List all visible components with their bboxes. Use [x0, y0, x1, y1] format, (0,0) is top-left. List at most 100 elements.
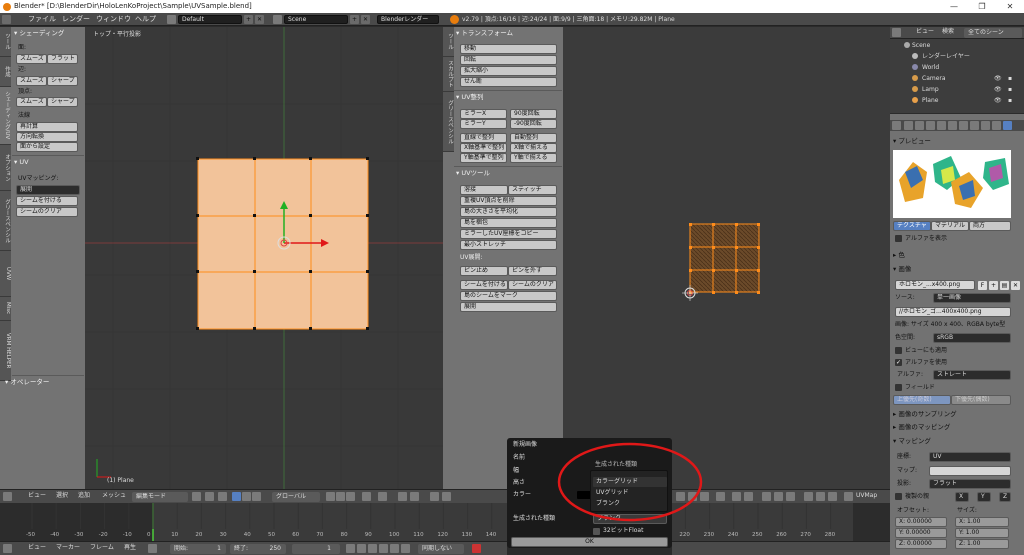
image-panel-header[interactable]: ▾ 画像: [893, 264, 911, 275]
uv-editor-viewport[interactable]: [563, 27, 890, 489]
play-reverse-icon[interactable]: [368, 544, 377, 553]
remove-doubles-button[interactable]: 重複UV頂点を削除: [460, 196, 557, 206]
visibility-eye-icon[interactable]: 👁: [994, 95, 1002, 106]
uv-tools-panel-header[interactable]: ▾ UVツール: [456, 168, 490, 179]
viewport-shading-icon[interactable]: [192, 492, 201, 501]
record-icon[interactable]: [472, 544, 481, 553]
mode-select[interactable]: 編集モード: [132, 492, 188, 502]
menu-select[interactable]: 選択: [56, 491, 68, 501]
editor-type-icon[interactable]: [3, 492, 12, 501]
layout-delete-button[interactable]: ✕: [255, 15, 264, 24]
operator-panel-header[interactable]: ▾ オペレーター: [5, 377, 49, 388]
modifiers-tab-icon[interactable]: [970, 121, 979, 130]
menu-render[interactable]: レンダー: [62, 13, 90, 26]
layout-select[interactable]: Default: [178, 15, 242, 24]
timeline-marker-menu[interactable]: マーカー: [56, 543, 80, 553]
manipulator-toggle-icon[interactable]: [218, 492, 227, 501]
layout-add-button[interactable]: +: [244, 15, 253, 24]
scene-add-button[interactable]: +: [350, 15, 359, 24]
start-frame-field[interactable]: 開始: 1: [170, 544, 226, 554]
rotate-minus-90-button[interactable]: -90度回転: [510, 119, 557, 129]
show-alpha-checkbox[interactable]: [895, 235, 902, 242]
tab-uvw[interactable]: UVW: [0, 251, 11, 297]
uv-channels-icon[interactable]: [816, 492, 825, 501]
timeline-frame-menu[interactable]: フレーム: [90, 543, 114, 553]
rotate-icon[interactable]: [242, 492, 251, 501]
sync-mode-select[interactable]: 同期しない: [418, 544, 464, 554]
snap-target-icon[interactable]: [410, 492, 419, 501]
image-unlink-button[interactable]: ✕: [1011, 281, 1020, 290]
tab-create[interactable]: 作成: [0, 57, 11, 87]
offset-y-field[interactable]: Y: 0.00000: [895, 528, 947, 538]
mirror-x-button[interactable]: ミラーX: [460, 109, 507, 119]
uv-pivot-icon[interactable]: [716, 492, 725, 501]
align-x-button[interactable]: X軸で揃える: [510, 143, 557, 153]
preview-both-tab[interactable]: 両方: [969, 221, 1011, 231]
data-tab-icon[interactable]: [981, 121, 990, 130]
size-y-field[interactable]: Y: 1.00: [955, 528, 1009, 538]
mapping-panel-header[interactable]: ▾ マッピング: [893, 436, 931, 447]
vertex-sharp-button[interactable]: シャープ: [47, 97, 78, 107]
image-source-select[interactable]: 単一画像: [933, 293, 1011, 303]
outliner-search-menu[interactable]: 検索: [942, 27, 954, 37]
editor-type-icon[interactable]: [892, 28, 901, 37]
shading-panel-header[interactable]: ▾ シェーディング: [14, 28, 64, 39]
align-y-base-button[interactable]: Y軸基準で整列: [460, 153, 507, 163]
uv-unwrap-button[interactable]: 展開: [460, 302, 557, 312]
image-filepath-field[interactable]: //ホロモン_ゴ...400x400.png: [895, 307, 1011, 317]
viewport-3d[interactable]: トップ・平行投影 (1) Plane: [85, 27, 443, 489]
fields-checkbox[interactable]: [895, 384, 902, 391]
pivot-point-icon[interactable]: [205, 492, 214, 501]
seams-from-islands-button[interactable]: 島のシームをマーク: [460, 291, 557, 301]
world-tab-icon[interactable]: [937, 121, 946, 130]
float-buffer-checkbox[interactable]: [593, 528, 600, 535]
rotate-90-button[interactable]: 90度回転: [510, 109, 557, 119]
mirror-y-button[interactable]: ミラーY: [460, 119, 507, 129]
scene-tab-icon[interactable]: [926, 121, 935, 130]
preview-texture-tab[interactable]: テクスチャ: [893, 221, 931, 231]
snap-icon[interactable]: [398, 492, 407, 501]
from-dupli-checkbox[interactable]: [895, 493, 902, 500]
tab-misc[interactable]: Misc: [0, 297, 11, 321]
image-open-button[interactable]: ▤: [1000, 281, 1009, 290]
vertex-smooth-button[interactable]: スムーズ: [16, 97, 47, 107]
outliner-view-menu[interactable]: ビュー: [916, 27, 934, 37]
upper-first-button[interactable]: 上優先(奇数): [893, 395, 951, 405]
outliner-item-plane[interactable]: Plane 👁 ▪: [900, 95, 1024, 106]
tab-tools[interactable]: ツール: [0, 27, 11, 57]
menu-window[interactable]: ウィンドウ: [96, 13, 131, 26]
minimize-button[interactable]: —: [940, 0, 968, 13]
face-select-icon[interactable]: [346, 492, 355, 501]
tab-grease-pencil[interactable]: グリースペンシル: [0, 191, 11, 251]
pack-islands-button[interactable]: 島を梱包: [460, 218, 557, 228]
texture-tab-icon[interactable]: [1003, 121, 1012, 130]
edge-select-icon[interactable]: [336, 492, 345, 501]
render-layers-tab-icon[interactable]: [915, 121, 924, 130]
map-z-select[interactable]: Z: [999, 492, 1011, 502]
image-name-field[interactable]: ホロモン_...x400.png: [895, 280, 975, 290]
uv-image-icon[interactable]: [762, 492, 771, 501]
menu-mesh[interactable]: メッシュ: [102, 491, 126, 501]
view-as-render-checkbox[interactable]: [895, 347, 902, 354]
dialog-ok-button[interactable]: OK: [511, 537, 668, 547]
face-smooth-button[interactable]: スムーズ: [16, 54, 47, 64]
align-x-base-button[interactable]: X軸基準で整列: [460, 143, 507, 153]
alpha-mode-select[interactable]: ストレート: [933, 370, 1011, 380]
edge-smooth-button[interactable]: スムーズ: [16, 76, 47, 86]
outliner-item-camera[interactable]: Camera 👁 ▪: [900, 73, 1024, 84]
minimize-stretch-button[interactable]: 最小ストレッチ: [460, 240, 557, 250]
editor-type-icon[interactable]: [892, 121, 901, 130]
preview-material-tab[interactable]: マテリアル: [931, 221, 969, 231]
mark-seam-button[interactable]: シームを付ける: [16, 196, 78, 206]
auto-align-button[interactable]: 自動整列: [510, 133, 557, 143]
size-z-field[interactable]: Z: 1.00: [955, 539, 1009, 549]
translate-icon[interactable]: [232, 492, 241, 501]
uv-align-panel-header[interactable]: ▾ UV整列: [456, 92, 484, 103]
vertex-select-icon[interactable]: [326, 492, 335, 501]
scene-delete-button[interactable]: ✕: [361, 15, 370, 24]
unwrap-menu[interactable]: 展開: [16, 185, 80, 195]
uv-clear-seam-button[interactable]: シームのクリア: [508, 280, 557, 290]
timeline-area[interactable]: -50 -40 -30 -20 -10 0 10 20 30 40 50 60 70 80 90 100 110…: [0, 503, 890, 541]
visibility-eye-icon[interactable]: 👁: [994, 84, 1002, 95]
uv-panel-header[interactable]: ▾ UV: [14, 157, 29, 168]
